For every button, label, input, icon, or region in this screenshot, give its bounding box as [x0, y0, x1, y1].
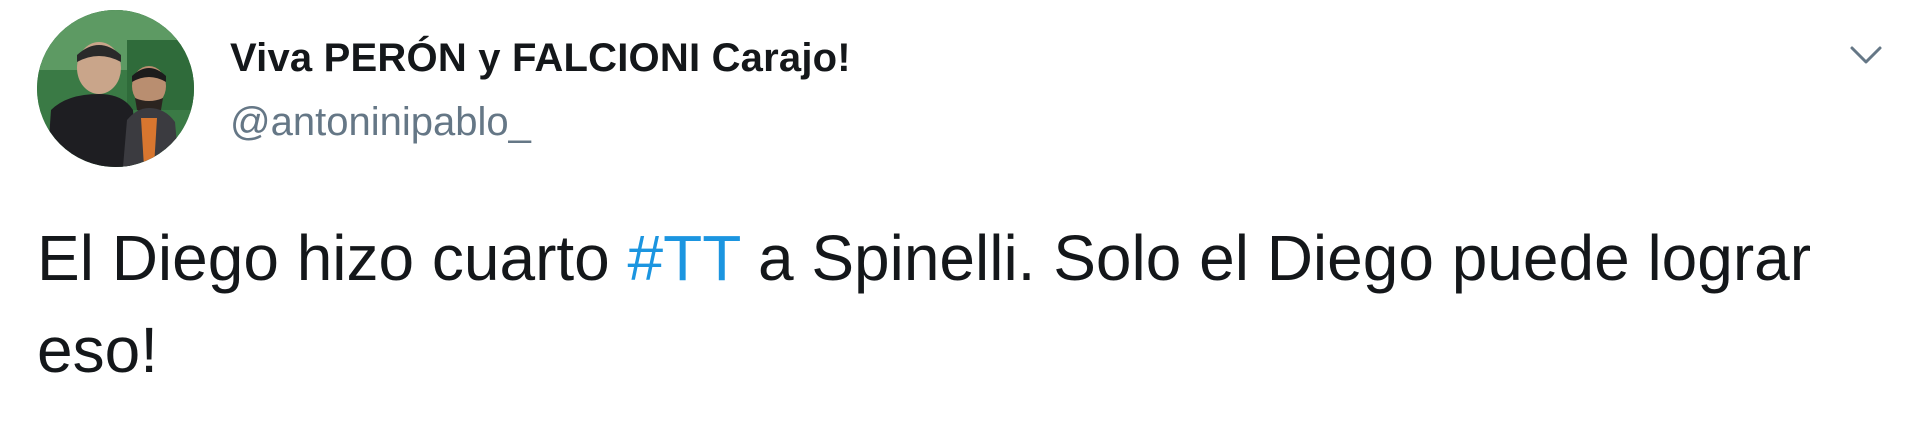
- tweet-text: El Diego hizo cuarto #TT a Spinelli. Sol…: [37, 212, 1877, 396]
- profile-photo: [37, 10, 194, 167]
- author-avatar[interactable]: [37, 10, 194, 167]
- chevron-down-icon[interactable]: [1846, 40, 1886, 70]
- tweet-card: Viva PERÓN y FALCIONI Carajo! @antoninip…: [0, 0, 1920, 436]
- author-handle[interactable]: @antoninipablo_: [230, 100, 531, 145]
- hashtag-link[interactable]: #TT: [628, 222, 741, 294]
- author-display-name[interactable]: Viva PERÓN y FALCIONI Carajo!: [230, 36, 851, 81]
- tweet-text-part: El Diego hizo cuarto: [37, 222, 610, 294]
